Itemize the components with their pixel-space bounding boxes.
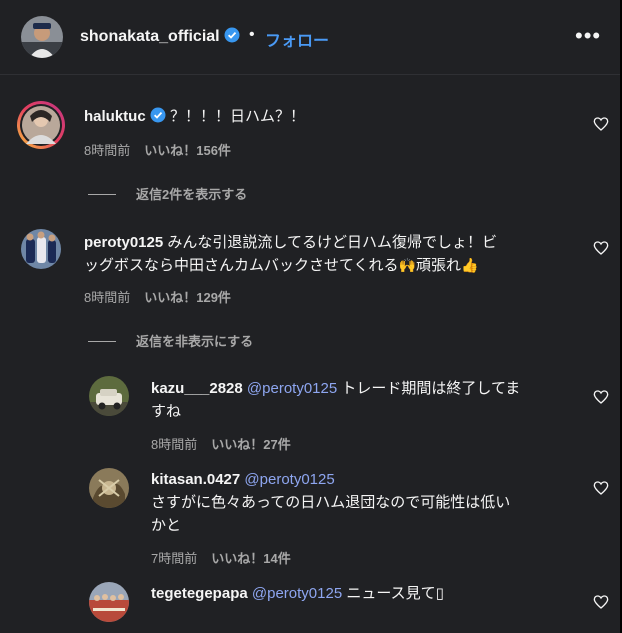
verified-badge-icon	[224, 27, 240, 43]
commenter-avatar[interactable]	[21, 229, 61, 269]
more-options-icon[interactable]: •••	[575, 23, 601, 49]
mention-link[interactable]: @peroty0125	[252, 585, 342, 602]
reply-meta: 7時間前 いいね！14件	[151, 548, 291, 567]
reply-likes[interactable]: いいね！27件	[211, 437, 290, 452]
comment-likes[interactable]: いいね！156件	[144, 143, 231, 158]
replies-divider	[88, 194, 116, 195]
comment-text-line: peroty0125 みんな引退説流してるけど日ハム復帰でしょ！ビ	[84, 232, 497, 254]
commenter-avatar[interactable]	[89, 582, 129, 622]
commenter-username[interactable]: kazu___2828	[151, 380, 243, 397]
comments-panel: shonakata_official • フォロー ••• haluktuc ？…	[0, 0, 622, 633]
reply-body-line1: さすがに色々あっての日ハム退団なので可能性は低い	[151, 494, 511, 511]
commenter-username[interactable]: kitasan.0427	[151, 471, 240, 488]
hide-replies-button[interactable]: 返信を非表示にする	[88, 331, 253, 350]
reply-body-line2: すね	[151, 403, 182, 420]
commenter-avatar[interactable]	[89, 376, 129, 416]
author-avatar[interactable]	[21, 16, 63, 58]
reply-text-line: tegetegepapa @peroty0125 ニュース見て▯	[151, 583, 444, 605]
raised-hands-emoji: 🙌	[398, 258, 416, 274]
reply-body-line1: トレード期間は終了してま	[341, 380, 521, 397]
commenter-username[interactable]: haluktuc	[84, 108, 146, 125]
mention-link[interactable]: @peroty0125	[244, 471, 334, 488]
mention-link[interactable]: @peroty0125	[247, 380, 337, 397]
author-username-text[interactable]: shonakata_official	[80, 28, 220, 45]
comment-meta: 8時間前 いいね！129件	[84, 287, 231, 306]
follow-button[interactable]: フォロー	[265, 27, 329, 51]
like-heart-icon[interactable]	[593, 240, 609, 256]
commenter-username[interactable]: tegetegepapa	[151, 585, 248, 602]
comment-text-line: ッグボスなら中田さんカムバックさせてくれる🙌頑張れ👍	[84, 255, 478, 277]
thumbs-up-emoji: 👍	[461, 258, 479, 274]
reply-text-line: kazu___2828 @peroty0125 トレード期間は終了してま	[151, 378, 520, 400]
reply-text-line: さすがに色々あっての日ハム退団なので可能性は低い	[151, 492, 510, 514]
reply-text-line: すね	[151, 401, 181, 423]
hide-replies-label[interactable]: 返信を非表示にする	[136, 334, 253, 349]
reply-time: 7時間前	[151, 551, 198, 566]
reply-body-line2: かと	[151, 517, 182, 534]
like-heart-icon[interactable]	[593, 389, 609, 405]
view-replies-button[interactable]: 返信2件を表示する	[88, 184, 247, 203]
comment-meta: 8時間前 いいね！156件	[84, 140, 231, 159]
view-replies-label[interactable]: 返信2件を表示する	[136, 187, 247, 202]
comment-text-line: haluktuc ？！！！日ハム？！	[84, 106, 305, 128]
reply-text-line: kitasan.0427 @peroty0125	[151, 469, 335, 491]
post-header: shonakata_official • フォロー •••	[0, 0, 620, 75]
reply-body-line1: ニュース見て▯	[346, 585, 444, 602]
comment-body-line1: みんな引退説流してるけど日ハム復帰でしょ！ビ	[167, 234, 497, 251]
reply-likes[interactable]: いいね！14件	[211, 551, 290, 566]
comment-body-line2: ッグボスなら中田さんカムバックさせてくれる	[84, 257, 399, 274]
commenter-avatar[interactable]	[89, 468, 129, 508]
commenter-avatar[interactable]	[16, 100, 66, 150]
comment-body: ？！！！日ハム？！	[170, 108, 306, 125]
replies-divider	[88, 341, 116, 342]
reply-text-line: かと	[151, 515, 181, 537]
comment-time: 8時間前	[84, 143, 131, 158]
reply-time: 8時間前	[151, 437, 198, 452]
separator-dot: •	[249, 26, 255, 43]
like-heart-icon[interactable]	[593, 480, 609, 496]
comment-likes[interactable]: いいね！129件	[144, 290, 231, 305]
reply-meta: 8時間前 いいね！27件	[151, 434, 291, 453]
verified-badge-icon	[150, 107, 166, 123]
like-heart-icon[interactable]	[593, 116, 609, 132]
commenter-username[interactable]: peroty0125	[84, 234, 163, 251]
comment-body-line2b: 頑張れ	[416, 257, 462, 274]
like-heart-icon[interactable]	[593, 594, 609, 610]
comment-time: 8時間前	[84, 290, 131, 305]
author-username[interactable]: shonakata_official	[80, 27, 240, 46]
